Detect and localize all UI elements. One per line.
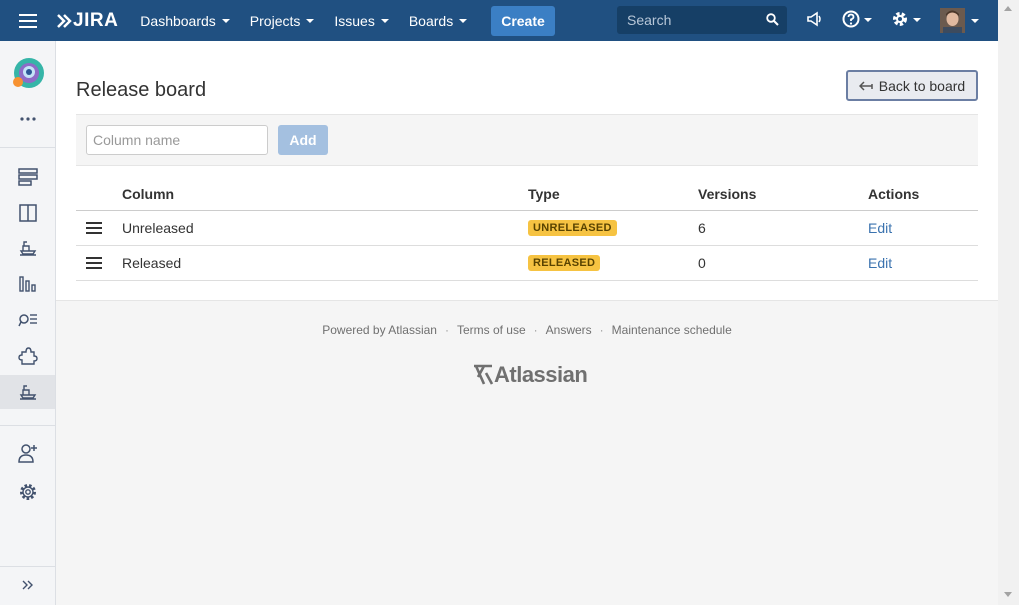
header-versions: Versions — [698, 186, 757, 202]
help-icon[interactable] — [842, 10, 872, 30]
atlassian-logo-text: Atlassian — [494, 362, 588, 387]
header-column: Column — [122, 186, 175, 202]
nav-issues-label: Issues — [334, 12, 375, 29]
jira-logo[interactable]: JIRA — [56, 10, 118, 32]
back-to-board-button[interactable]: Back to board — [846, 70, 978, 101]
main-content: Release board Back to board Add Column T… — [56, 41, 998, 301]
type-cell: RELEASED — [528, 246, 601, 280]
status-lozenge: UNRELEASED — [528, 220, 617, 236]
add-column-button[interactable]: Add — [278, 125, 328, 155]
edit-link[interactable]: Edit — [868, 211, 892, 245]
sidebar-divider — [0, 566, 55, 567]
columns-table: Column Type Versions Actions Unreleased … — [76, 178, 978, 281]
separator: · — [533, 323, 538, 337]
reports-icon[interactable] — [0, 267, 55, 301]
chevron-down-icon — [913, 18, 921, 22]
nav-boards-label: Boards — [408, 12, 454, 29]
chevron-down-icon — [380, 18, 389, 23]
separator: · — [444, 323, 449, 337]
project-sidebar — [0, 41, 56, 605]
nav-dashboards-label: Dashboards — [140, 12, 216, 29]
search-icon — [766, 13, 779, 26]
top-header: JIRA Dashboards Projects Issues Boards C… — [0, 0, 998, 41]
settings-icon[interactable] — [0, 475, 55, 509]
sidebar-divider — [0, 425, 55, 426]
footer: Powered by Atlassian · Terms of use · Answer… — [56, 323, 998, 337]
table-header: Column Type Versions Actions — [76, 178, 978, 211]
maintenance-link[interactable]: Maintenance schedule — [612, 323, 732, 337]
column-name: Unreleased — [122, 220, 194, 236]
versions-count: 6 — [698, 220, 706, 236]
back-to-board-label: Back to board — [878, 77, 966, 94]
add-ons-icon[interactable] — [0, 339, 55, 373]
issues-search-icon[interactable] — [0, 303, 55, 337]
table-row: Unreleased UNRELEASED 6 Edit — [76, 211, 978, 246]
footer-links: Powered by Atlassian · Terms of use · Answer… — [56, 323, 998, 337]
page-scrollbar[interactable] — [998, 0, 1019, 605]
column-name: Released — [122, 255, 182, 271]
app-switcher-button[interactable] — [0, 0, 56, 41]
releases-icon[interactable] — [0, 231, 55, 265]
header-actions: Actions — [868, 186, 920, 202]
nav-projects-label: Projects — [249, 12, 301, 29]
search-placeholder: Search — [627, 12, 672, 28]
expand-sidebar-icon[interactable] — [0, 568, 55, 602]
scroll-up-icon[interactable] — [1004, 6, 1012, 11]
versions-count: 0 — [698, 255, 706, 271]
logo-text: JIRA — [73, 9, 119, 31]
chevron-down-icon — [971, 18, 979, 23]
drag-handle-icon[interactable] — [86, 246, 102, 280]
answers-link[interactable]: Answers — [546, 323, 592, 337]
add-people-icon[interactable] — [0, 436, 55, 470]
backlog-icon[interactable] — [0, 160, 55, 194]
chevron-down-icon — [459, 18, 468, 23]
drag-handle-icon[interactable] — [86, 211, 102, 245]
create-button[interactable]: Create — [491, 5, 555, 36]
page-title: Release board — [76, 79, 207, 101]
nav-boards[interactable]: Boards — [399, 0, 477, 41]
search-input[interactable]: Search — [617, 6, 787, 34]
gear-icon[interactable] — [891, 10, 921, 30]
edit-link[interactable]: Edit — [868, 246, 892, 280]
jira-logo-icon — [57, 13, 72, 28]
back-arrow-icon — [858, 80, 873, 91]
atlassian-logo-icon — [474, 364, 494, 385]
nav-projects[interactable]: Projects — [240, 0, 325, 41]
chevron-down-icon — [221, 18, 230, 23]
add-column-toolbar: Add — [76, 114, 978, 166]
status-lozenge: RELEASED — [528, 255, 601, 271]
powered-by-link[interactable]: Powered by Atlassian — [322, 323, 437, 337]
chevron-down-icon — [864, 18, 872, 22]
sidebar-divider — [0, 147, 55, 148]
table-row: Released RELEASED 0 Edit — [76, 246, 978, 281]
more-icon[interactable] — [0, 102, 55, 136]
megaphone-icon[interactable] — [806, 10, 824, 28]
type-cell: UNRELEASED — [528, 211, 617, 245]
header-type: Type — [528, 186, 560, 202]
separator: · — [599, 323, 604, 337]
terms-link[interactable]: Terms of use — [457, 323, 526, 337]
atlassian-logo[interactable]: Atlassian — [472, 362, 588, 388]
user-avatar-icon — [940, 8, 965, 33]
chevron-down-icon — [306, 18, 315, 23]
nav-dashboards[interactable]: Dashboards — [130, 0, 240, 41]
project-avatar[interactable] — [0, 54, 55, 94]
board-icon[interactable] — [0, 196, 55, 230]
column-name-input[interactable] — [86, 125, 268, 155]
release-board-icon[interactable] — [0, 375, 55, 409]
avatar[interactable] — [940, 8, 979, 33]
nav-issues[interactable]: Issues — [324, 0, 398, 41]
scroll-down-icon[interactable] — [1004, 592, 1012, 597]
